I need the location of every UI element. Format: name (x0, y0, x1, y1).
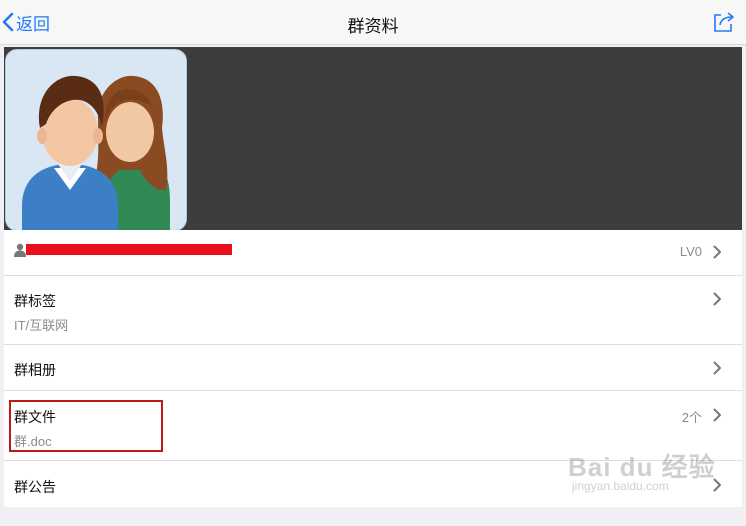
chevron-right-icon (713, 245, 721, 259)
group-people-icon (6, 50, 186, 230)
group-album-row[interactable]: 群相册 (4, 345, 742, 391)
share-icon[interactable] (712, 10, 736, 34)
group-profile-content: LV0 群标签 IT/互联网 群相册 群文件 群.doc 2个 群公告 (4, 47, 742, 507)
group-files-row[interactable]: 群文件 群.doc 2个 (4, 391, 742, 461)
group-members-row[interactable]: LV0 (4, 230, 742, 276)
group-tags-row[interactable]: 群标签 IT/互联网 (4, 276, 742, 345)
group-files-title: 群文件 (14, 409, 56, 425)
navigation-bar: 返回 群资料 (0, 0, 746, 45)
group-files-count: 2个 (681, 410, 702, 425)
group-album-title: 群相册 (14, 362, 56, 378)
chevron-right-icon (713, 408, 721, 422)
group-notice-title: 群公告 (14, 479, 56, 495)
group-header-banner (4, 47, 742, 231)
chevron-right-icon (713, 361, 721, 375)
redaction-bar (26, 244, 232, 255)
chevron-right-icon (713, 292, 721, 306)
group-tags-value: IT/互联网 (14, 318, 69, 333)
group-files-latest: 群.doc (14, 434, 52, 449)
group-avatar[interactable] (5, 49, 187, 231)
group-tags-title: 群标签 (14, 293, 56, 309)
chevron-right-icon (713, 478, 721, 492)
group-notice-row[interactable]: 群公告 (4, 461, 742, 507)
page-title: 群资料 (347, 17, 399, 36)
group-level: LV0 (679, 244, 702, 259)
